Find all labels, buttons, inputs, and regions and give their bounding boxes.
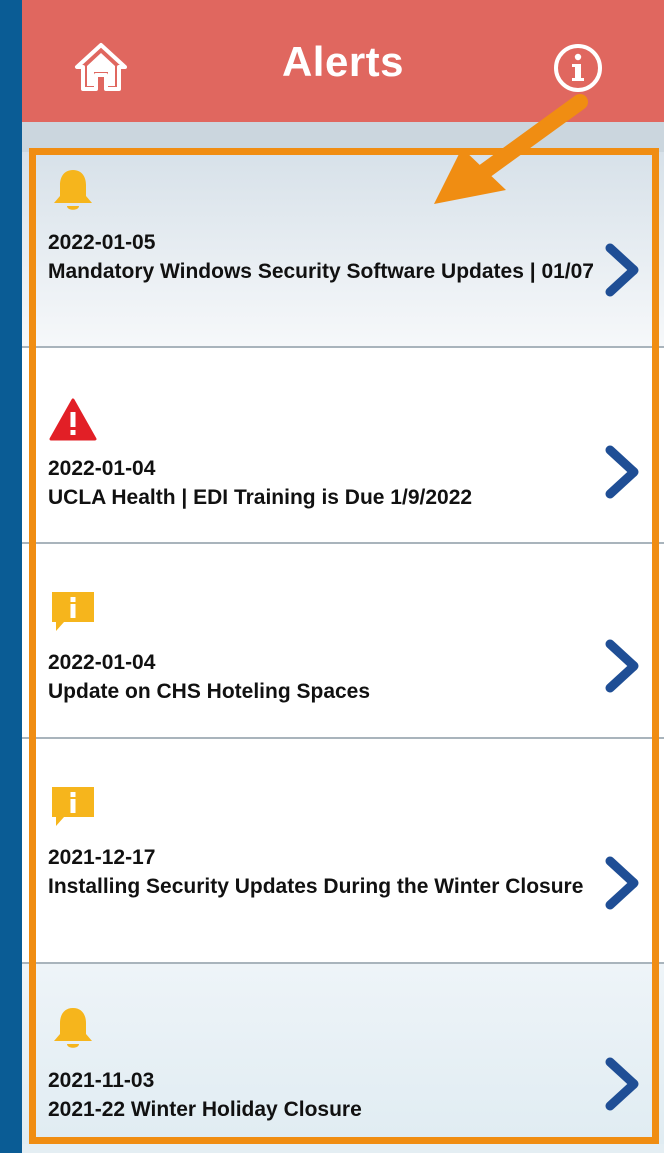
- info-message-icon: [52, 787, 94, 826]
- alerts-list: 2022-01-05 Mandatory Windows Security So…: [22, 152, 664, 1144]
- alert-text: 2021-11-03 2021-22 Winter Holiday Closur…: [48, 1066, 604, 1124]
- alert-title: Installing Security Updates During the W…: [48, 875, 584, 898]
- alert-row[interactable]: 2022-01-04 Update on CHS Hoteling Spaces: [22, 544, 664, 739]
- chevron-right-icon[interactable]: [602, 444, 642, 500]
- alert-title: UCLA Health | EDI Training is Due 1/9/20…: [48, 486, 473, 509]
- warning-icon: [49, 398, 97, 441]
- alert-text: 2021-12-17 Installing Security Updates D…: [48, 843, 604, 901]
- alert-date: 2021-12-17: [48, 846, 156, 869]
- alert-text: 2022-01-04 UCLA Health | EDI Training is…: [48, 454, 604, 512]
- alert-title: Update on CHS Hoteling Spaces: [48, 680, 371, 703]
- alert-row[interactable]: 2022-01-05 Mandatory Windows Security So…: [22, 152, 664, 348]
- bell-icon: [54, 170, 92, 210]
- info-icon[interactable]: [552, 42, 604, 94]
- info-message-icon: [52, 592, 94, 631]
- alert-date: 2022-01-04: [48, 651, 156, 674]
- alert-text: 2022-01-05 Mandatory Windows Security So…: [48, 228, 604, 286]
- chevron-right-icon[interactable]: [602, 242, 642, 298]
- bell-icon: [54, 1008, 92, 1048]
- alert-text: 2022-01-04 Update on CHS Hoteling Spaces: [48, 648, 604, 706]
- app-screen: Alerts 2022-01-05 Mandatory Windows Secu…: [22, 0, 664, 1153]
- toolbar-spacer: [22, 122, 664, 152]
- alert-row[interactable]: 2021-11-03 2021-22 Winter Holiday Closur…: [22, 964, 664, 1144]
- alert-date: 2022-01-05: [48, 231, 156, 254]
- chevron-right-icon[interactable]: [602, 638, 642, 694]
- chevron-right-icon[interactable]: [602, 1056, 642, 1112]
- chevron-right-icon[interactable]: [602, 855, 642, 911]
- alert-title: Mandatory Windows Security Software Upda…: [48, 260, 594, 283]
- alert-date: 2021-11-03: [48, 1069, 155, 1092]
- alert-title: 2021-22 Winter Holiday Closure: [48, 1098, 362, 1121]
- alert-row[interactable]: 2021-12-17 Installing Security Updates D…: [22, 739, 664, 964]
- alert-date: 2022-01-04: [48, 457, 156, 480]
- alert-row[interactable]: 2022-01-04 UCLA Health | EDI Training is…: [22, 348, 664, 544]
- navigation-bar: Alerts: [22, 0, 664, 122]
